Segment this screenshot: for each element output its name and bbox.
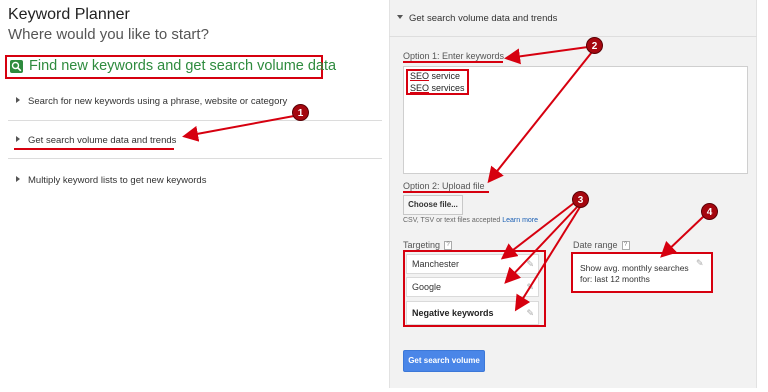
targeting-row-label: Google: [412, 282, 442, 292]
keyword-rest: services: [429, 83, 465, 93]
targeting-row-label: Negative keywords: [412, 308, 494, 318]
page-title: Keyword Planner: [8, 6, 130, 23]
keyword-line: SEO services: [410, 83, 465, 93]
menu-item-search-new-keywords[interactable]: Search for new keywords using a phrase, …: [16, 96, 287, 107]
targeting-negative-keywords-row[interactable]: Negative keywords ✎: [406, 301, 539, 325]
targeting-network-row[interactable]: Google ✎: [406, 277, 539, 297]
pencil-icon[interactable]: ✎: [526, 278, 534, 296]
pencil-icon[interactable]: ✎: [526, 302, 534, 324]
get-search-volume-button[interactable]: Get search volume: [403, 350, 485, 372]
annotation-underline: [403, 61, 503, 63]
search-icon: [10, 60, 23, 73]
help-icon[interactable]: ?: [444, 241, 453, 251]
page-subtitle: Where would you like to start?: [8, 26, 209, 43]
menu-item-multiply-keyword-lists[interactable]: Multiply keyword lists to get new keywor…: [16, 175, 206, 186]
learn-more-link[interactable]: Learn more: [502, 217, 538, 224]
date-range-value: Show avg. monthly searches for: last 12 …: [580, 263, 689, 284]
file-note-text: CSV, TSV or text files accepted: [403, 217, 501, 224]
caret-right-icon: [16, 97, 20, 104]
divider: [8, 120, 382, 121]
date-range-label-text: Date range: [573, 240, 618, 250]
find-keywords-heading[interactable]: Find new keywords and get search volume …: [29, 58, 336, 74]
marker-badge: 1: [292, 104, 309, 121]
caret-down-icon: [397, 15, 403, 20]
menu-item-label: Get search volume data and trends: [28, 135, 177, 146]
keyword-rest: service: [429, 71, 461, 81]
menu-item-get-search-volume[interactable]: Get search volume data and trends: [16, 135, 176, 146]
pencil-icon[interactable]: ✎: [526, 255, 534, 273]
help-icon[interactable]: ?: [621, 241, 630, 251]
option1-label: Option 1: Enter keywords: [403, 51, 505, 61]
caret-right-icon: [16, 136, 20, 143]
marker-badge: 4: [701, 203, 718, 220]
file-types-note: CSV, TSV or text files accepted Learn mo…: [403, 217, 538, 224]
arrow-1: [182, 115, 295, 142]
panel-title: Get search volume data and trends: [409, 13, 558, 24]
panel-header-toggle[interactable]: Get search volume data and trends: [397, 13, 557, 24]
targeting-label: Targeting?: [403, 240, 453, 251]
option2-label: Option 2: Upload file: [403, 181, 485, 191]
divider: [8, 158, 382, 159]
annotation-underline: [14, 148, 174, 150]
keyword-seo-word: SEO: [410, 83, 430, 93]
marker-badge: 3: [572, 191, 589, 208]
marker-badge: 2: [586, 37, 603, 54]
targeting-row-label: Manchester: [412, 259, 460, 269]
menu-item-label: Multiply keyword lists to get new keywor…: [28, 175, 207, 186]
menu-item-label: Search for new keywords using a phrase, …: [28, 96, 288, 107]
targeting-label-text: Targeting: [403, 240, 441, 250]
keyword-line: SEO service: [410, 71, 460, 81]
divider: [389, 36, 757, 37]
pencil-icon[interactable]: ✎: [696, 258, 704, 269]
keyword-seo-word: SEO: [410, 71, 430, 81]
caret-right-icon: [16, 176, 20, 183]
targeting-location-row[interactable]: Manchester ✎: [406, 254, 539, 274]
date-range-label: Date range?: [573, 240, 630, 251]
annotation-underline: [403, 191, 489, 193]
choose-file-button[interactable]: Choose file...: [403, 195, 463, 215]
